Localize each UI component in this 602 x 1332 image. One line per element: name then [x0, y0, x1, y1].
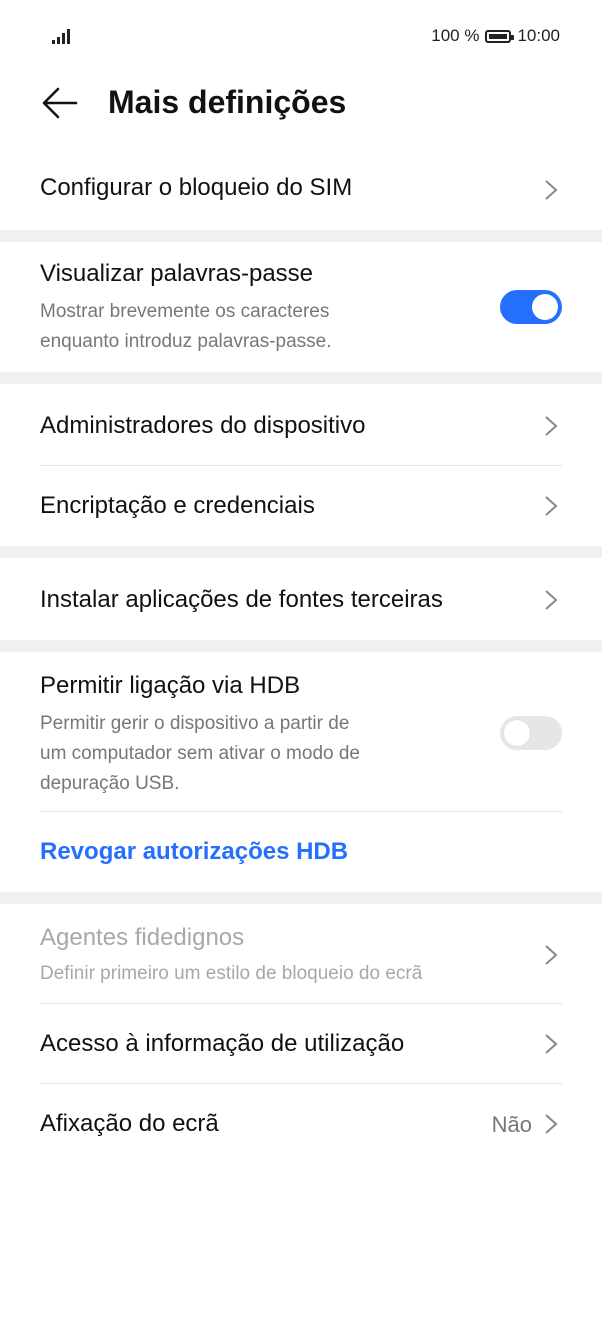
section-separator: [0, 372, 602, 384]
chevron-right-icon: [545, 1114, 558, 1134]
page-title: Mais definições: [108, 84, 347, 120]
chevron-right-icon: [545, 180, 558, 200]
trust-agents-desc: Definir primeiro um estilo de bloqueio d…: [40, 963, 423, 984]
show-passwords-label: Visualizar palavras-passe: [40, 260, 314, 287]
section-separator: [0, 546, 602, 558]
section-separator: [0, 640, 602, 652]
screen-pinning-row[interactable]: Afixação do ecrã Não: [0, 1084, 602, 1164]
hdb-toggle[interactable]: [500, 716, 562, 750]
install-third-party-row[interactable]: Instalar aplicações de fontes terceiras: [0, 558, 602, 640]
hdb-desc-line2: um computador sem ativar o modo de: [40, 743, 360, 764]
revoke-hdb-link[interactable]: Revogar autorizações HDB: [40, 838, 348, 866]
battery-percent: 100 %: [431, 26, 480, 45]
show-passwords-toggle[interactable]: [500, 290, 562, 324]
encryption-row[interactable]: Encriptação e credenciais: [0, 466, 602, 546]
hdb-desc-line1: Permitir gerir o dispositivo a partir de: [40, 713, 350, 734]
install-third-party-label: Instalar aplicações de fontes terceiras: [40, 586, 443, 613]
status-bar: 100 % 10:00: [0, 0, 602, 72]
clock: 10:00: [517, 26, 560, 45]
chevron-right-icon: [545, 496, 558, 516]
encryption-label: Encriptação e credenciais: [40, 492, 315, 519]
show-passwords-desc-line2: enquanto introduz palavras-passe.: [40, 331, 332, 352]
back-arrow-icon[interactable]: [40, 86, 78, 120]
status-right: 100 % 10:00: [431, 26, 560, 46]
signal-icon: [52, 29, 70, 44]
hdb-desc-line3: depuração USB.: [40, 773, 180, 794]
usage-access-row[interactable]: Acesso à informação de utilização: [0, 1004, 602, 1084]
sim-lock-label: Configurar o bloqueio do SIM: [40, 174, 353, 201]
hdb-label: Permitir ligação via HDB: [40, 672, 301, 699]
usage-access-label: Acesso à informação de utilização: [40, 1030, 405, 1057]
show-passwords-desc-line1: Mostrar brevemente os caracteres: [40, 301, 330, 322]
chevron-right-icon: [545, 416, 558, 436]
revoke-hdb-row[interactable]: Revogar autorizações HDB: [0, 812, 602, 892]
chevron-right-icon: [545, 1034, 558, 1054]
section-separator: [0, 892, 602, 904]
app-header: Mais definições: [0, 72, 602, 136]
chevron-right-icon: [545, 945, 558, 965]
screen-pinning-value: Não: [491, 1112, 532, 1137]
battery-icon: [485, 29, 515, 43]
device-admins-row[interactable]: Administradores do dispositivo: [0, 384, 602, 466]
sim-lock-row[interactable]: Configurar o bloqueio do SIM: [0, 150, 602, 230]
screen-pinning-label: Afixação do ecrã: [40, 1110, 219, 1137]
show-passwords-row[interactable]: Visualizar palavras-passe Mostrar brevem…: [0, 242, 602, 372]
device-admins-label: Administradores do dispositivo: [40, 412, 366, 439]
hdb-row[interactable]: Permitir ligação via HDB Permitir gerir …: [0, 652, 602, 810]
trust-agents-label: Agentes fidedignos: [40, 924, 245, 951]
chevron-right-icon: [545, 590, 558, 610]
section-separator: [0, 230, 602, 242]
trust-agents-row[interactable]: Agentes fidedignos Definir primeiro um e…: [0, 904, 602, 1004]
